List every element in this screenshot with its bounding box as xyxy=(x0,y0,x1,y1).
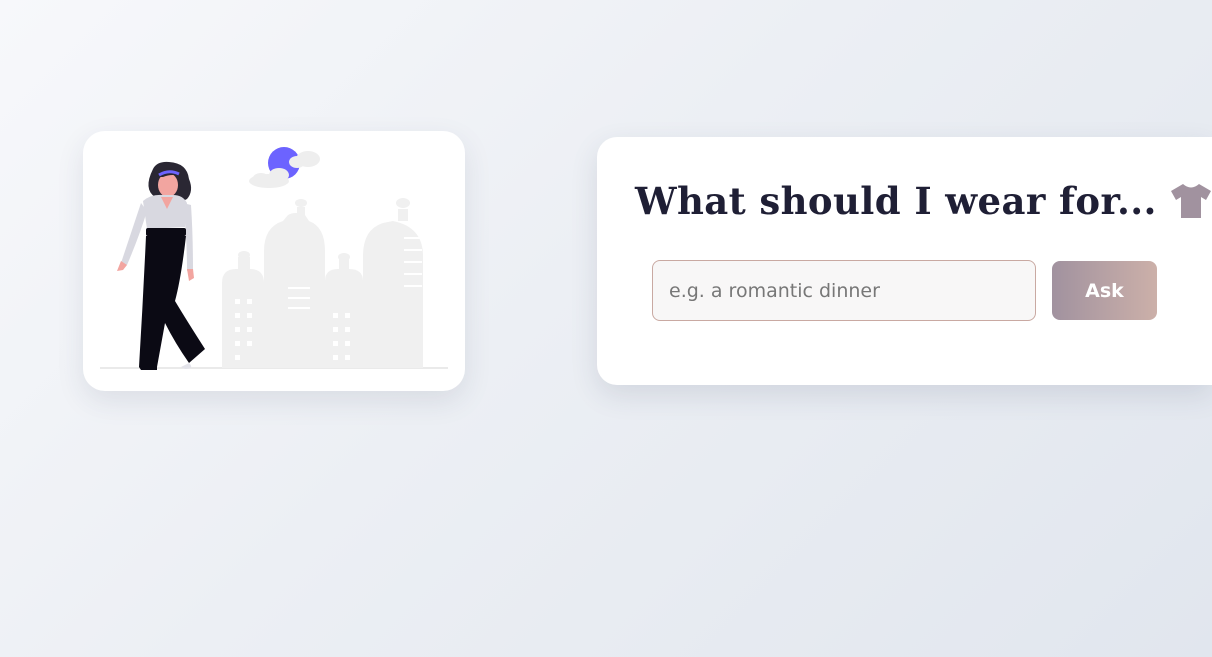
ask-button[interactable]: Ask xyxy=(1052,261,1157,320)
t-shirt-icon xyxy=(1169,182,1212,220)
page-title: What should I wear for... xyxy=(635,179,1157,223)
woman-walking-city-illustration xyxy=(100,147,448,370)
illustration-card xyxy=(83,131,465,391)
occasion-input[interactable] xyxy=(652,260,1036,321)
title-row: What should I wear for... xyxy=(635,179,1212,223)
woman-figure xyxy=(117,161,205,370)
city-silhouette xyxy=(222,198,423,368)
prompt-card: What should I wear for... Ask xyxy=(597,137,1212,385)
